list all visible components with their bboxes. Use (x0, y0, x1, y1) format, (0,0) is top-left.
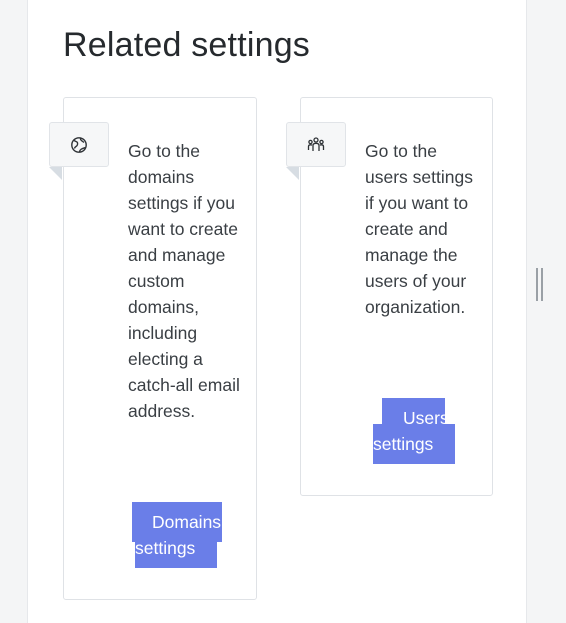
users-group-icon (307, 136, 325, 151)
domains-button-label: Domains settings (135, 512, 222, 558)
users-description: Go to the users settings if you want to … (365, 141, 473, 317)
domains-settings-button[interactable]: Domains settings (132, 502, 242, 568)
resize-handle[interactable] (536, 268, 543, 301)
domains-icon-tab (49, 122, 109, 180)
page-title: Related settings (63, 26, 311, 64)
users-settings-card: Go to the users settings if you want to … (286, 97, 493, 496)
domains-description: Go to the domains settings if you want t… (128, 141, 240, 421)
users-icon-tab (286, 122, 346, 180)
users-button-label: Users settings (373, 408, 449, 454)
domains-settings-card: Go to the domains settings if you want t… (49, 97, 257, 600)
users-settings-button[interactable]: Users settings (373, 398, 483, 464)
globe-icon (71, 136, 87, 153)
related-settings-panel: Related settings Go to the domains setti… (27, 0, 527, 623)
